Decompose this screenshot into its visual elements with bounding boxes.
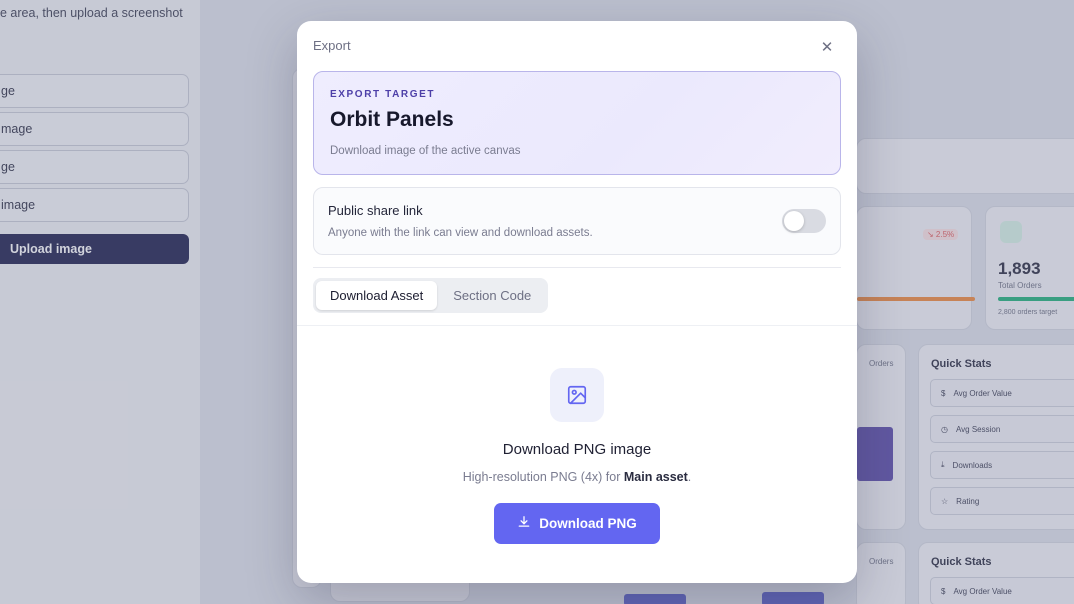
divider: [313, 267, 841, 268]
share-description: Anyone with the link can view and downlo…: [328, 227, 593, 239]
download-desc-suffix: .: [687, 470, 692, 484]
public-share-card: Public share link Anyone with the link c…: [313, 187, 841, 255]
download-png-label: Download PNG: [539, 516, 637, 531]
export-tabs: Download Asset Section Code: [313, 278, 549, 313]
tab-download-asset[interactable]: Download Asset: [316, 281, 438, 310]
toggle-knob: [784, 211, 804, 231]
modal-title: Export: [313, 38, 351, 53]
download-description: High-resolution PNG (4x) for Main asset.: [297, 470, 857, 484]
download-icon: [517, 515, 531, 532]
export-modal: Export ✕ EXPORT TARGET Orbit Panels Down…: [297, 21, 857, 583]
export-target-eyebrow: EXPORT TARGET: [330, 89, 436, 100]
share-title: Public share link: [328, 203, 423, 218]
share-link-toggle[interactable]: [782, 209, 826, 233]
download-png-button[interactable]: Download PNG: [494, 503, 660, 544]
download-title: Download PNG image: [502, 441, 652, 458]
export-target-card: EXPORT TARGET Orbit Panels Download imag…: [313, 71, 841, 175]
tab-section-code[interactable]: Section Code: [439, 281, 545, 310]
download-desc-prefix: High-resolution PNG (4x) for: [462, 470, 624, 484]
export-target-name: Orbit Panels: [330, 108, 454, 131]
image-icon: [550, 368, 604, 422]
close-icon[interactable]: ✕: [820, 40, 834, 55]
download-desc-asset: Main asset: [623, 470, 688, 484]
download-panel: Download PNG image High-resolution PNG (…: [297, 325, 857, 583]
export-target-description: Download image of the active canvas: [330, 145, 521, 157]
